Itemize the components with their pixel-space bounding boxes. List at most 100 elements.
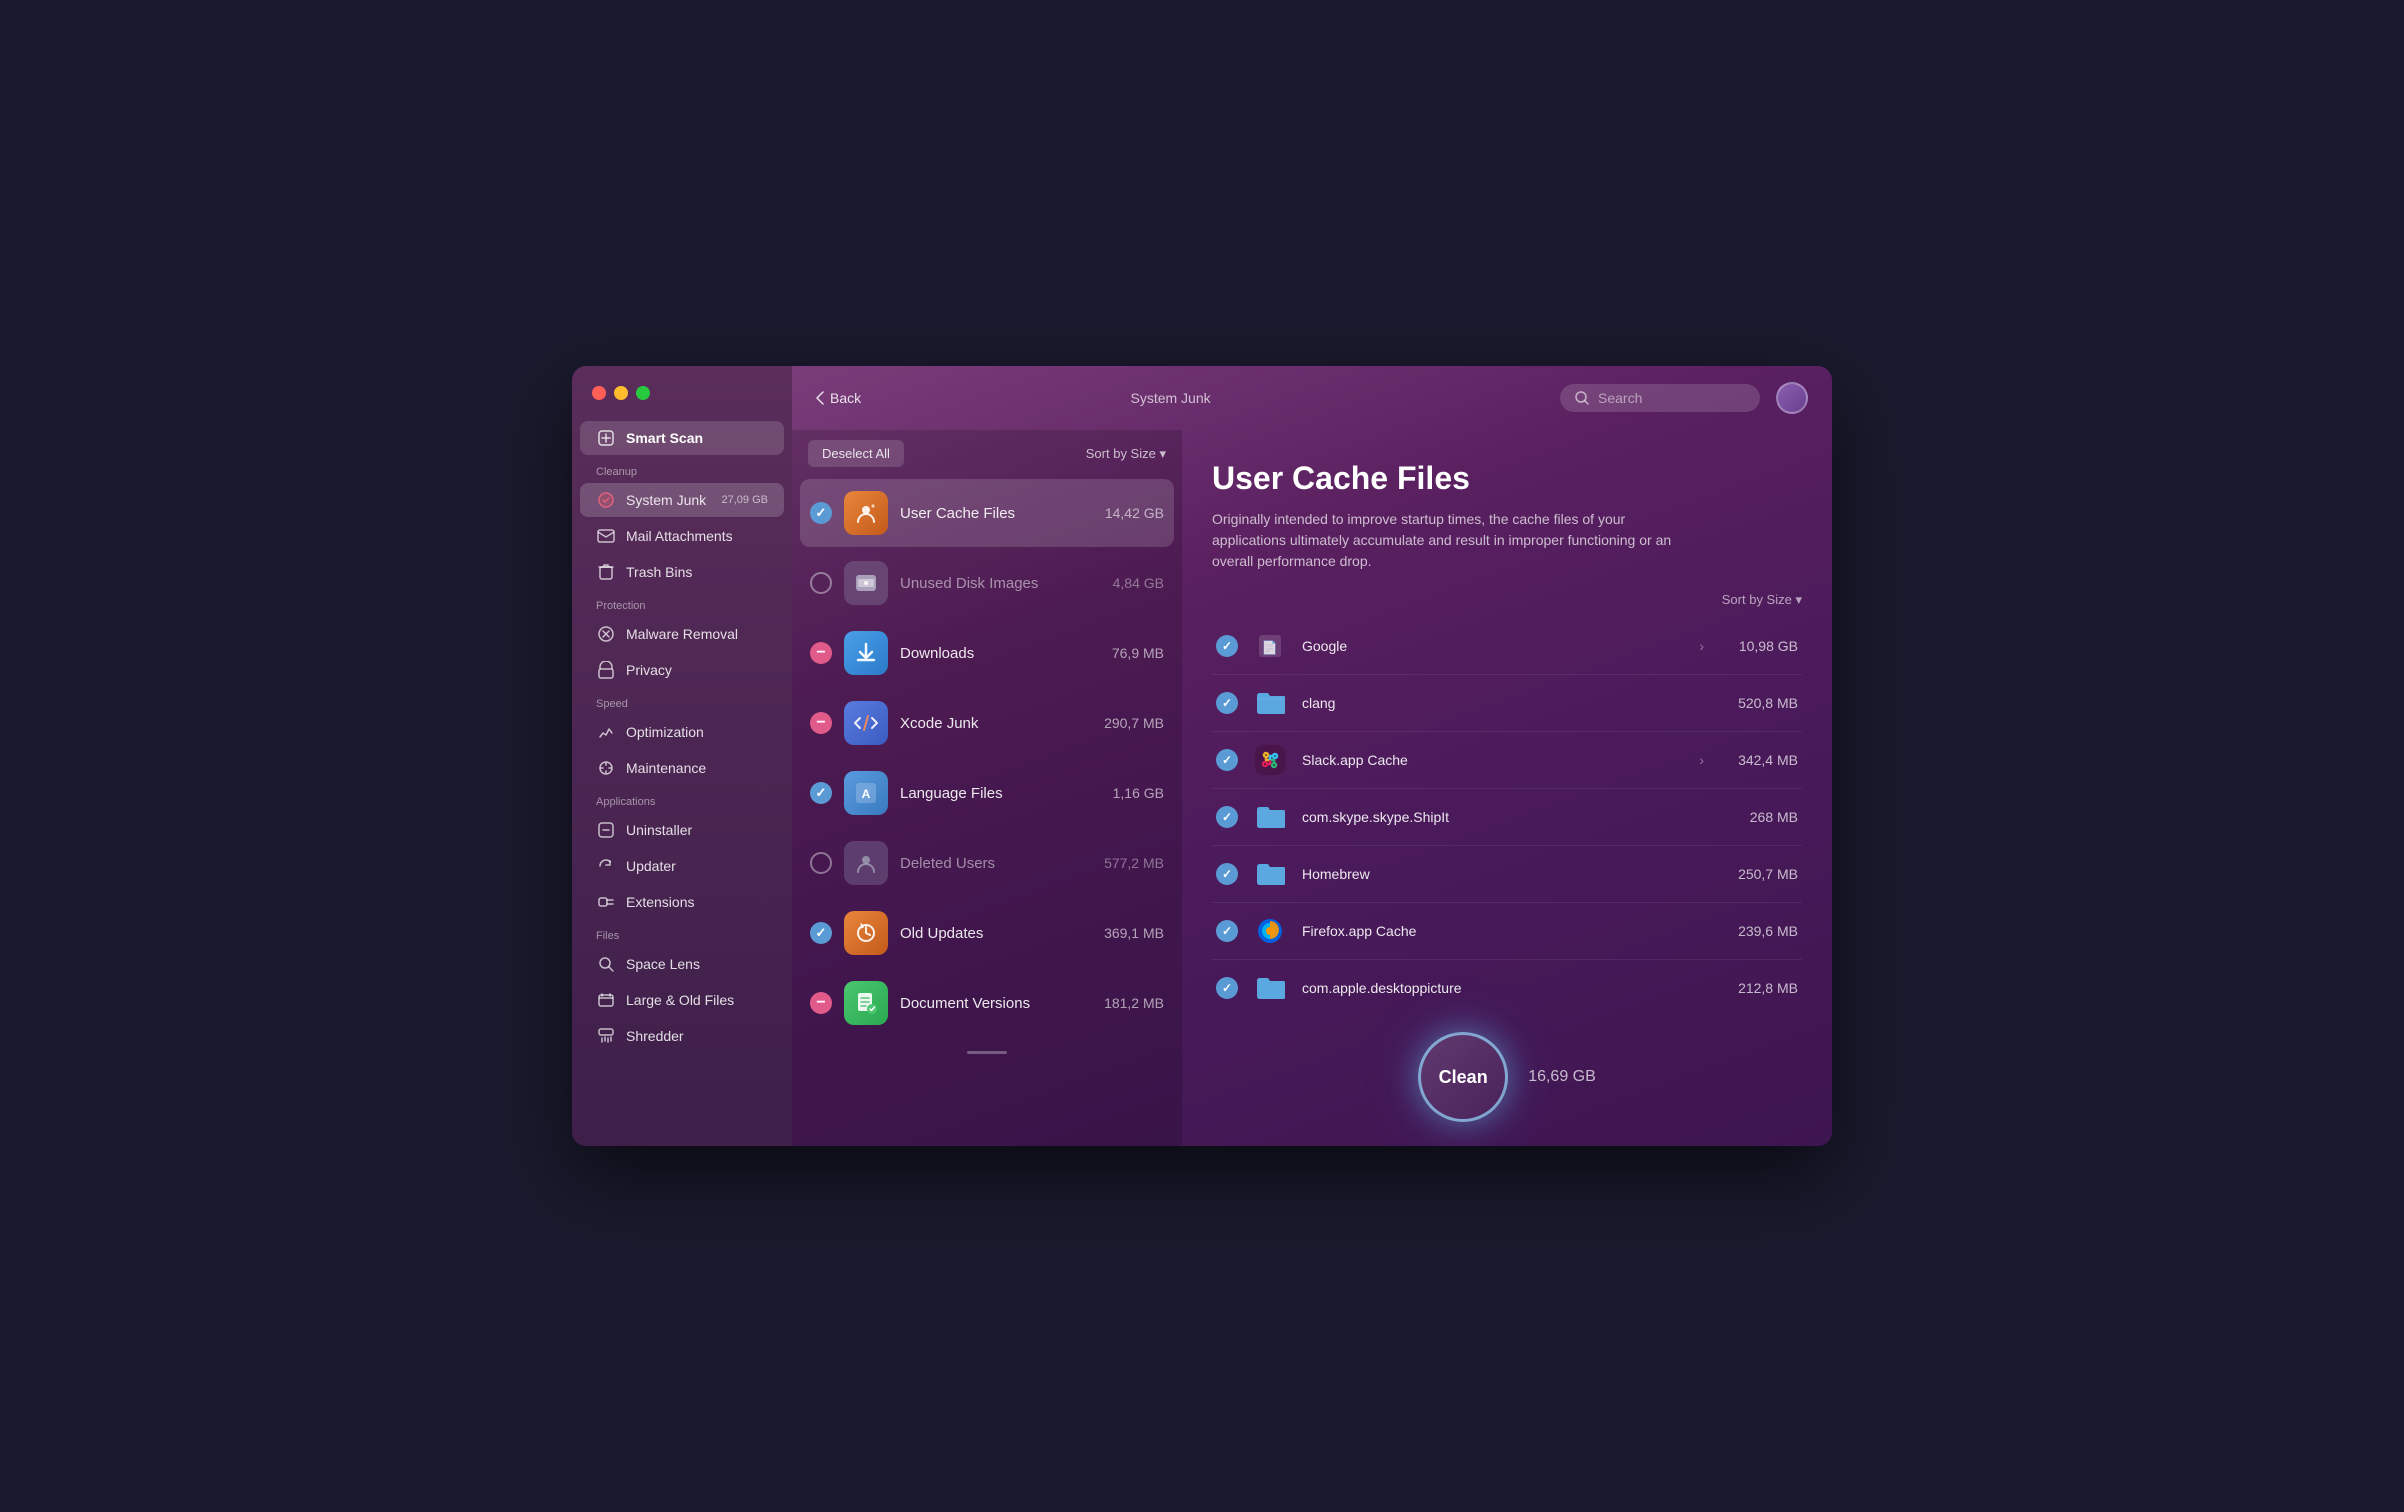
document-icon <box>844 981 888 1025</box>
list-item-size: 14,42 GB <box>1105 505 1164 521</box>
sidebar-item-optimization[interactable]: Optimization <box>580 715 784 749</box>
check-minus-icon: − <box>810 642 832 664</box>
mail-icon <box>596 526 616 546</box>
detail-sort-button[interactable]: Sort by Size ▾ <box>1212 592 1802 608</box>
updater-label: Updater <box>626 858 676 874</box>
sidebar-item-privacy[interactable]: Privacy <box>580 653 784 687</box>
extensions-icon <box>596 892 616 912</box>
sidebar-item-maintenance[interactable]: Maintenance <box>580 751 784 785</box>
slack-icon <box>1252 742 1288 778</box>
list-item-name: Downloads <box>900 645 1100 662</box>
chevron-right-icon: › <box>1699 752 1704 768</box>
sidebar-item-space-lens[interactable]: Space Lens <box>580 947 784 981</box>
check-empty-icon <box>810 852 832 874</box>
total-size: 16,69 GB <box>1528 1068 1596 1086</box>
applications-section-label: Applications <box>572 786 792 812</box>
firefox-icon <box>1252 913 1288 949</box>
bottom-bar: Clean 16,69 GB <box>1212 1016 1802 1146</box>
sidebar: Smart Scan Cleanup System Junk 27,09 GB … <box>572 366 792 1146</box>
sidebar-item-malware-removal[interactable]: Malware Removal <box>580 617 784 651</box>
protection-section-label: Protection <box>572 590 792 616</box>
space-lens-icon <box>596 954 616 974</box>
updates-icon <box>844 911 888 955</box>
minimize-button[interactable] <box>614 386 628 400</box>
sidebar-item-system-junk[interactable]: System Junk 27,09 GB <box>580 483 784 517</box>
downloads-icon <box>844 631 888 675</box>
deleted-users-icon <box>844 841 888 885</box>
traffic-lights <box>572 386 792 420</box>
detail-item[interactable]: ✓ Homebrew 250,7 MB <box>1212 846 1802 903</box>
list-item[interactable]: ✓ Old Updates 369,1 MB <box>800 899 1174 967</box>
list-item-size: 290,7 MB <box>1104 715 1164 731</box>
list-sort-button[interactable]: Sort by Size ▾ <box>1086 446 1166 462</box>
detail-item[interactable]: ✓ 📄 Google › 10,98 GB <box>1212 618 1802 675</box>
sidebar-item-large-old-files[interactable]: Large & Old Files <box>580 983 784 1017</box>
list-item[interactable]: ✓ A Language Files 1,16 GB <box>800 759 1174 827</box>
list-item-size: 181,2 MB <box>1104 995 1164 1011</box>
shredder-label: Shredder <box>626 1028 684 1044</box>
detail-panel: User Cache Files Originally intended to … <box>1182 430 1832 1146</box>
smart-scan-icon <box>596 428 616 448</box>
folder-skype-icon <box>1252 799 1288 835</box>
detail-item-size: 250,7 MB <box>1718 866 1798 882</box>
sidebar-item-updater[interactable]: Updater <box>580 849 784 883</box>
trash-icon <box>596 562 616 582</box>
chevron-right-icon: › <box>1699 638 1704 654</box>
detail-item[interactable]: ✓ com.apple.desktoppicture 212,8 MB <box>1212 960 1802 1016</box>
list-item-size: 577,2 MB <box>1104 855 1164 871</box>
updater-icon <box>596 856 616 876</box>
xcode-icon <box>844 701 888 745</box>
sidebar-item-uninstaller[interactable]: Uninstaller <box>580 813 784 847</box>
sidebar-item-smart-scan[interactable]: Smart Scan <box>580 421 784 455</box>
clean-button[interactable]: Clean <box>1418 1032 1508 1122</box>
large-old-files-label: Large & Old Files <box>626 992 734 1008</box>
detail-item[interactable]: ✓ com.skype.skype.ShipIt 268 MB <box>1212 789 1802 846</box>
detail-title: User Cache Files <box>1212 460 1802 497</box>
detail-item[interactable]: ✓ Slack.app Cache › <box>1212 732 1802 789</box>
malware-removal-label: Malware Removal <box>626 626 738 642</box>
privacy-label: Privacy <box>626 662 672 678</box>
smart-scan-label: Smart Scan <box>626 430 703 446</box>
list-item[interactable]: − Document Versions 181,2 MB <box>800 969 1174 1037</box>
maximize-button[interactable] <box>636 386 650 400</box>
detail-item[interactable]: ✓ Firefox.app Cache 239,6 MB <box>1212 903 1802 960</box>
detail-check-icon: ✓ <box>1216 635 1238 657</box>
list-items-container: ✓ User Cache Files 14,42 GB <box>792 479 1182 1146</box>
list-item[interactable]: − Xcode Junk 290,7 MB <box>800 689 1174 757</box>
speed-section-label: Speed <box>572 688 792 714</box>
list-item-name: Language Files <box>900 785 1101 802</box>
search-box[interactable] <box>1560 384 1760 412</box>
close-button[interactable] <box>592 386 606 400</box>
search-input[interactable] <box>1598 390 1738 406</box>
detail-check-icon: ✓ <box>1216 977 1238 999</box>
folder-homebrew-icon <box>1252 856 1288 892</box>
list-item-name: Deleted Users <box>900 855 1092 872</box>
check-empty-icon <box>810 572 832 594</box>
sidebar-item-extensions[interactable]: Extensions <box>580 885 784 919</box>
detail-item-size: 520,8 MB <box>1718 695 1798 711</box>
maintenance-icon <box>596 758 616 778</box>
sidebar-item-shredder[interactable]: Shredder <box>580 1019 784 1053</box>
list-item-name: Old Updates <box>900 925 1092 942</box>
detail-item[interactable]: ✓ clang 520,8 MB <box>1212 675 1802 732</box>
folder-clang-icon <box>1252 685 1288 721</box>
detail-description: Originally intended to improve startup t… <box>1212 509 1692 572</box>
deselect-all-button[interactable]: Deselect All <box>808 440 904 467</box>
uninstaller-label: Uninstaller <box>626 822 692 838</box>
sidebar-item-mail-attachments[interactable]: Mail Attachments <box>580 519 784 553</box>
sidebar-item-trash-bins[interactable]: Trash Bins <box>580 555 784 589</box>
detail-item-name: Google <box>1302 638 1685 654</box>
detail-item-name: Homebrew <box>1302 866 1704 882</box>
list-item[interactable]: − Downloads 76,9 MB <box>800 619 1174 687</box>
list-item-size: 76,9 MB <box>1112 645 1164 661</box>
detail-item-name: com.skype.skype.ShipIt <box>1302 809 1704 825</box>
optimization-label: Optimization <box>626 724 704 740</box>
avatar[interactable] <box>1776 382 1808 414</box>
list-item[interactable]: Unused Disk Images 4,84 GB <box>800 549 1174 617</box>
detail-item-name: Slack.app Cache <box>1302 752 1685 768</box>
check-filled-icon: ✓ <box>810 502 832 524</box>
detail-check-icon: ✓ <box>1216 920 1238 942</box>
list-item[interactable]: ✓ User Cache Files 14,42 GB <box>800 479 1174 547</box>
detail-item-size: 212,8 MB <box>1718 980 1798 996</box>
list-item[interactable]: Deleted Users 577,2 MB <box>800 829 1174 897</box>
